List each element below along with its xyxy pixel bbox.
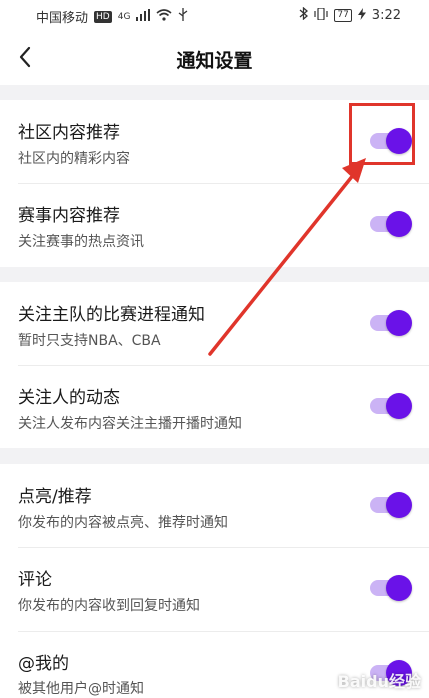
toggle-match-recommend[interactable] bbox=[370, 211, 414, 237]
toggle-team-progress[interactable] bbox=[370, 310, 414, 336]
item-label: 关注主队的比赛进程通知 bbox=[18, 305, 205, 325]
toggle-followee-activity[interactable] bbox=[370, 393, 414, 419]
vibrate-icon bbox=[314, 6, 328, 24]
bluetooth-icon bbox=[299, 6, 309, 24]
wifi-icon bbox=[156, 8, 172, 25]
list-item: 点亮/推荐 你发布的内容被点亮、推荐时通知 bbox=[0, 464, 429, 547]
item-label: 社区内容推荐 bbox=[18, 123, 120, 143]
usb-icon bbox=[178, 8, 188, 25]
status-left: 中国移动 HD 4G bbox=[36, 7, 188, 26]
signal-icon bbox=[136, 8, 151, 25]
status-right: 77 3:22 bbox=[299, 6, 401, 24]
item-label: 赛事内容推荐 bbox=[18, 206, 120, 226]
item-desc: 你发布的内容收到回复时通知 bbox=[18, 598, 200, 614]
item-label: @我的 bbox=[18, 654, 69, 674]
network-type: 4G bbox=[117, 11, 131, 22]
list-item: 关注主队的比赛进程通知 暂时只支持NBA、CBA bbox=[0, 282, 429, 365]
list-item: 赛事内容推荐 关注赛事的热点资讯 bbox=[0, 184, 429, 267]
watermark-logo: Baidu经验 bbox=[337, 672, 421, 691]
list-item: 关注人的动态 关注人发布内容关注主播开播时通知 bbox=[0, 366, 429, 448]
nav-header: 通知设置 bbox=[0, 30, 429, 85]
section-follow: 关注主队的比赛进程通知 暂时只支持NBA、CBA 关注人的动态 关注人发布内容关… bbox=[0, 282, 429, 448]
list-item: 评论 你发布的内容收到回复时通知 bbox=[0, 548, 429, 631]
item-desc: 社区内的精彩内容 bbox=[18, 151, 130, 167]
item-label: 关注人的动态 bbox=[18, 388, 120, 408]
item-desc: 你发布的内容被点亮、推荐时通知 bbox=[18, 515, 228, 531]
highlight-box bbox=[349, 103, 415, 165]
status-bar: 中国移动 HD 4G 77 3:22 bbox=[0, 0, 429, 30]
item-desc: 关注人发布内容关注主播开播时通知 bbox=[18, 416, 242, 432]
clock-time: 3:22 bbox=[371, 8, 401, 23]
toggle-like-recommend[interactable] bbox=[370, 492, 414, 518]
toggle-comment[interactable] bbox=[370, 575, 414, 601]
page-title: 通知设置 bbox=[176, 50, 253, 72]
battery-indicator: 77 bbox=[334, 9, 352, 22]
item-label: 评论 bbox=[18, 570, 52, 590]
charging-icon bbox=[357, 7, 366, 24]
item-label: 点亮/推荐 bbox=[18, 487, 92, 507]
item-desc: 被其他用户@时通知 bbox=[18, 681, 144, 697]
hd-badge: HD bbox=[94, 10, 112, 23]
section-interactions: 点亮/推荐 你发布的内容被点亮、推荐时通知 评论 你发布的内容收到回复时通知 @… bbox=[0, 464, 429, 698]
item-desc: 暂时只支持NBA、CBA bbox=[18, 333, 161, 349]
item-desc: 关注赛事的热点资讯 bbox=[18, 234, 144, 250]
carrier-name: 中国移动 bbox=[36, 11, 89, 26]
